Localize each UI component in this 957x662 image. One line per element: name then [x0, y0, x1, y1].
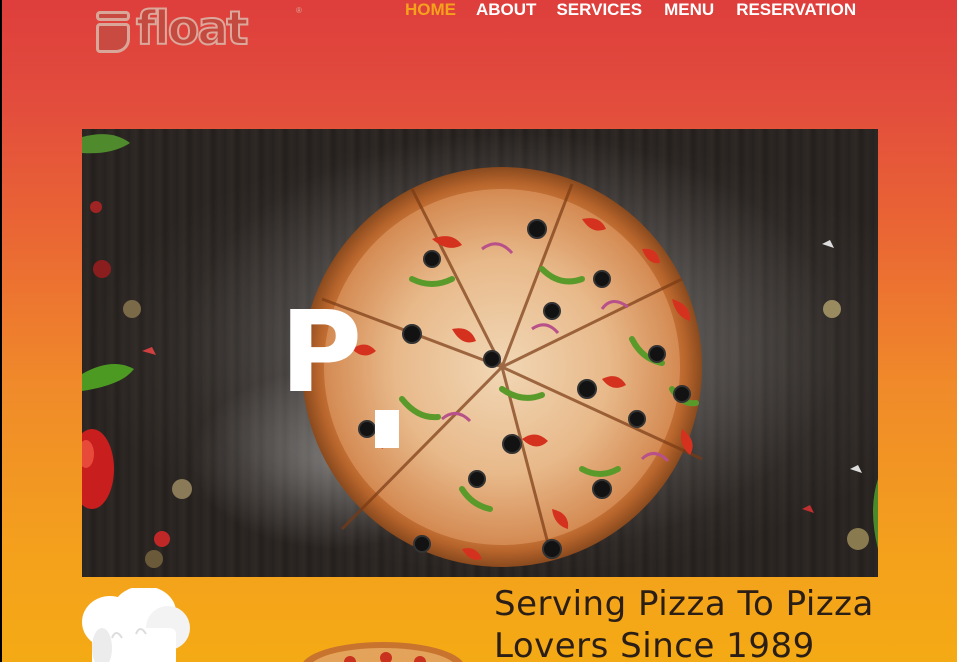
nav-menu[interactable]: MENU [664, 0, 714, 20]
registered-mark: ® [296, 6, 302, 15]
intro-tagline: Serving Pizza To Pizza Lovers Since 1989 [494, 583, 954, 662]
hero-pizza-image [82, 134, 878, 568]
chef-hat-icon [82, 588, 190, 662]
logo-wordmark: float [135, 1, 249, 55]
pizza-illustration [303, 642, 463, 662]
tagline-line-2: Lovers Since 1989 [494, 626, 815, 662]
page: float ® HOME ABOUT SERVICES MENU RESERVA… [2, 0, 957, 662]
nav-home[interactable]: HOME [405, 0, 456, 20]
hero-letter-p: P [280, 288, 363, 418]
brand-logo[interactable]: float ® [96, 1, 316, 58]
hero-banner: P [82, 129, 878, 577]
main-nav: HOME ABOUT SERVICES MENU RESERVATION [405, 0, 856, 20]
nav-about[interactable]: ABOUT [476, 0, 536, 20]
nav-services[interactable]: SERVICES [556, 0, 642, 20]
logo-mark-icon [96, 11, 132, 53]
tagline-line-1: Serving Pizza To Pizza [494, 584, 874, 624]
nav-reservation[interactable]: RESERVATION [736, 0, 856, 20]
hero-letter-i [375, 410, 399, 448]
